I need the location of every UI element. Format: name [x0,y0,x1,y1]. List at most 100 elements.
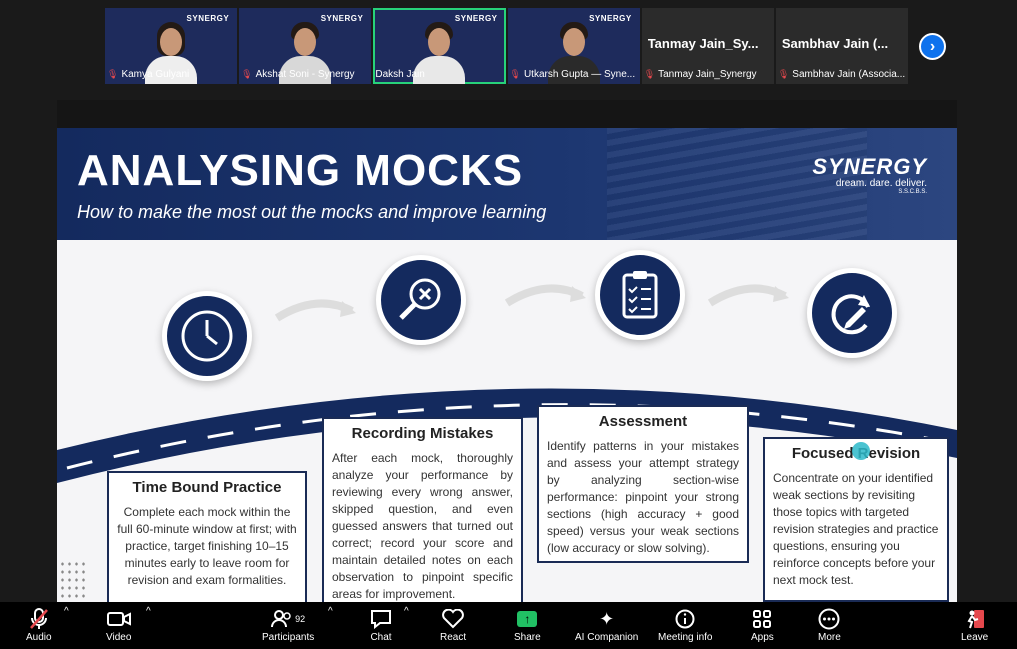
step-card-recording-mistakes: Recording Mistakes After each mock, thor… [322,417,523,602]
muted-mic-icon: 🎙 [241,68,253,79]
participant-tile[interactable]: SYNERGY 🎙 Kamya Gulyani [105,8,238,84]
participants-count: 92 [295,614,306,624]
pointer-indicator [852,442,870,460]
meeting-toolbar: Audio ^ Video ^ 92 Participants ^ Chat ^… [0,602,1017,649]
participant-namebar: 🎙 Akshat Soni - Synergy [241,67,369,81]
step-arrow [707,284,789,307]
share-screen-icon: ↑ [517,606,538,632]
chat-label: Chat [370,632,392,643]
participant-tile[interactable]: Tanmay Jain_Sy... 🎙 Tanmay Jain_Synergy [641,8,774,84]
synergy-logo: SYNERGY [454,14,498,23]
step-heading: Recording Mistakes [351,425,494,442]
ai-companion-button[interactable]: ✦ AI Companion [575,606,638,644]
participant-tile[interactable]: Sambhav Jain (... 🎙 Sambhav Jain (Associa… [775,8,909,84]
audio-options-caret[interactable]: ^ [64,606,69,617]
participant-namebar: 🎙 Kamya Gulyani [107,67,235,81]
muted-mic-icon: 🎙 [107,68,119,79]
chevron-up-icon: ^ [328,606,333,617]
synergy-logo: SYNERGY [186,14,230,23]
step-arrow [504,284,586,307]
participant-tile[interactable]: SYNERGY 🎙 Utkarsh Gupta — Syne... [507,8,640,84]
brand-sub: S.S.C.B.S. [898,189,927,195]
decorative-dots [59,560,89,600]
muted-mic-icon: 🎙 [777,68,790,79]
leave-icon [964,606,986,632]
sparkle-icon: ✦ [599,608,615,629]
step-body: After each mock, thoroughly analyze your… [332,451,513,601]
muted-microphone-icon [29,606,49,632]
slide-subtitle: How to make the most out the mocks and i… [77,202,547,222]
chevron-right-icon: › [929,37,936,55]
meeting-window: SYNERGY 🎙 Kamya Gulyani SYNERGY 🎙 Akshat S… [0,0,1017,649]
next-participants-button[interactable]: › [919,33,946,60]
apps-icon [752,606,772,632]
chevron-up-icon: ^ [146,606,151,617]
info-icon [675,606,695,632]
participants-icon: 92 [271,606,305,632]
participants-button[interactable]: 92 Participants [262,606,314,643]
leave-label: Leave [961,632,989,643]
step-body: Concentrate on your identified weak sect… [773,471,939,587]
muted-mic-icon: 🎙 [509,68,521,79]
brand-name: SYNERGY [812,154,927,179]
leave-button[interactable]: Leave [961,606,988,643]
participant-namebar: 🎙 Utkarsh Gupta — Syne... [510,67,638,81]
heart-icon [442,606,464,632]
participant-display-title: Tanmay Jain_Sy... [647,36,759,51]
muted-mic-icon: 🎙 [643,68,656,79]
participant-name: Sambhav Jain (Associa... [792,68,906,80]
share-button[interactable]: ↑ Share [514,606,541,643]
chat-button[interactable]: Chat [370,606,392,643]
apps-label: Apps [751,632,774,643]
participants-options-caret[interactable]: ^ [328,606,333,617]
more-button[interactable]: More [818,606,841,643]
chat-options-caret[interactable]: ^ [404,606,409,617]
participant-tile[interactable]: SYNERGY 🎙 Akshat Soni - Synergy [239,8,372,84]
participant-tile-active-speaker[interactable]: SYNERGY Daksh Jain [373,8,506,84]
participant-namebar: Daksh Jain [375,67,503,81]
video-button[interactable]: Video [106,606,131,643]
refresh-pencil-icon [807,268,897,358]
step-arrow [274,299,356,322]
step-card-focused-revision: Focused Revision Concentrate on your ide… [763,437,949,602]
step-card-assessment: Assessment Identify patterns in your mis… [537,405,749,563]
react-label: React [440,632,467,643]
audio-button[interactable]: Audio [26,606,52,643]
chevron-up-icon: ^ [64,606,69,617]
step-heading: Assessment [598,413,688,430]
participant-name: Kamya Gulyani [121,68,190,80]
react-button[interactable]: React [440,606,466,643]
participant-name: Daksh Jain [375,68,425,80]
video-label: Video [106,632,132,643]
video-options-caret[interactable]: ^ [146,606,151,617]
shared-slide: ANALYSING MOCKS How to make the most out… [57,128,957,602]
step-body: Complete each mock within the full 60-mi… [117,505,297,587]
share-label: Share [514,632,541,643]
meeting-info-button[interactable]: Meeting info [658,606,712,643]
camera-icon [106,606,131,632]
synergy-logo: SYNERGY [320,14,364,23]
participant-strip: SYNERGY 🎙 Kamya Gulyani SYNERGY 🎙 Akshat S… [105,8,909,84]
participants-label: Participants [262,632,315,643]
clipboard-checklist-icon [595,250,685,340]
brand-logo: SYNERGY dream. dare. deliver. S.S.C.B.S. [812,154,927,195]
participant-name: Tanmay Jain_Synergy [658,68,757,80]
meeting-info-label: Meeting info [658,632,713,643]
audio-label: Audio [26,632,52,643]
apps-button[interactable]: Apps [751,606,774,643]
magnifier-x-icon [376,255,466,345]
synergy-logo: SYNERGY [589,14,632,23]
participant-namebar: 🎙 Tanmay Jain_Synergy [644,67,772,81]
more-dots-icon [818,606,840,632]
participant-name: Akshat Soni - Synergy [255,68,355,80]
participant-display-title: Sambhav Jain (... [781,36,889,51]
step-body: Identify patterns in your mistakes and a… [547,439,739,555]
step-card-time-bound: Time Bound Practice Complete each mock w… [107,471,307,602]
slide-banner: ANALYSING MOCKS How to make the most out… [57,128,957,240]
chevron-up-icon: ^ [404,606,409,617]
chat-bubble-icon [370,606,392,632]
step-heading: Time Bound Practice [132,479,282,496]
participant-namebar: 🎙 Sambhav Jain (Associa... [778,67,906,81]
more-label: More [818,632,841,643]
slide-title: ANALYSING MOCKS [77,146,524,195]
